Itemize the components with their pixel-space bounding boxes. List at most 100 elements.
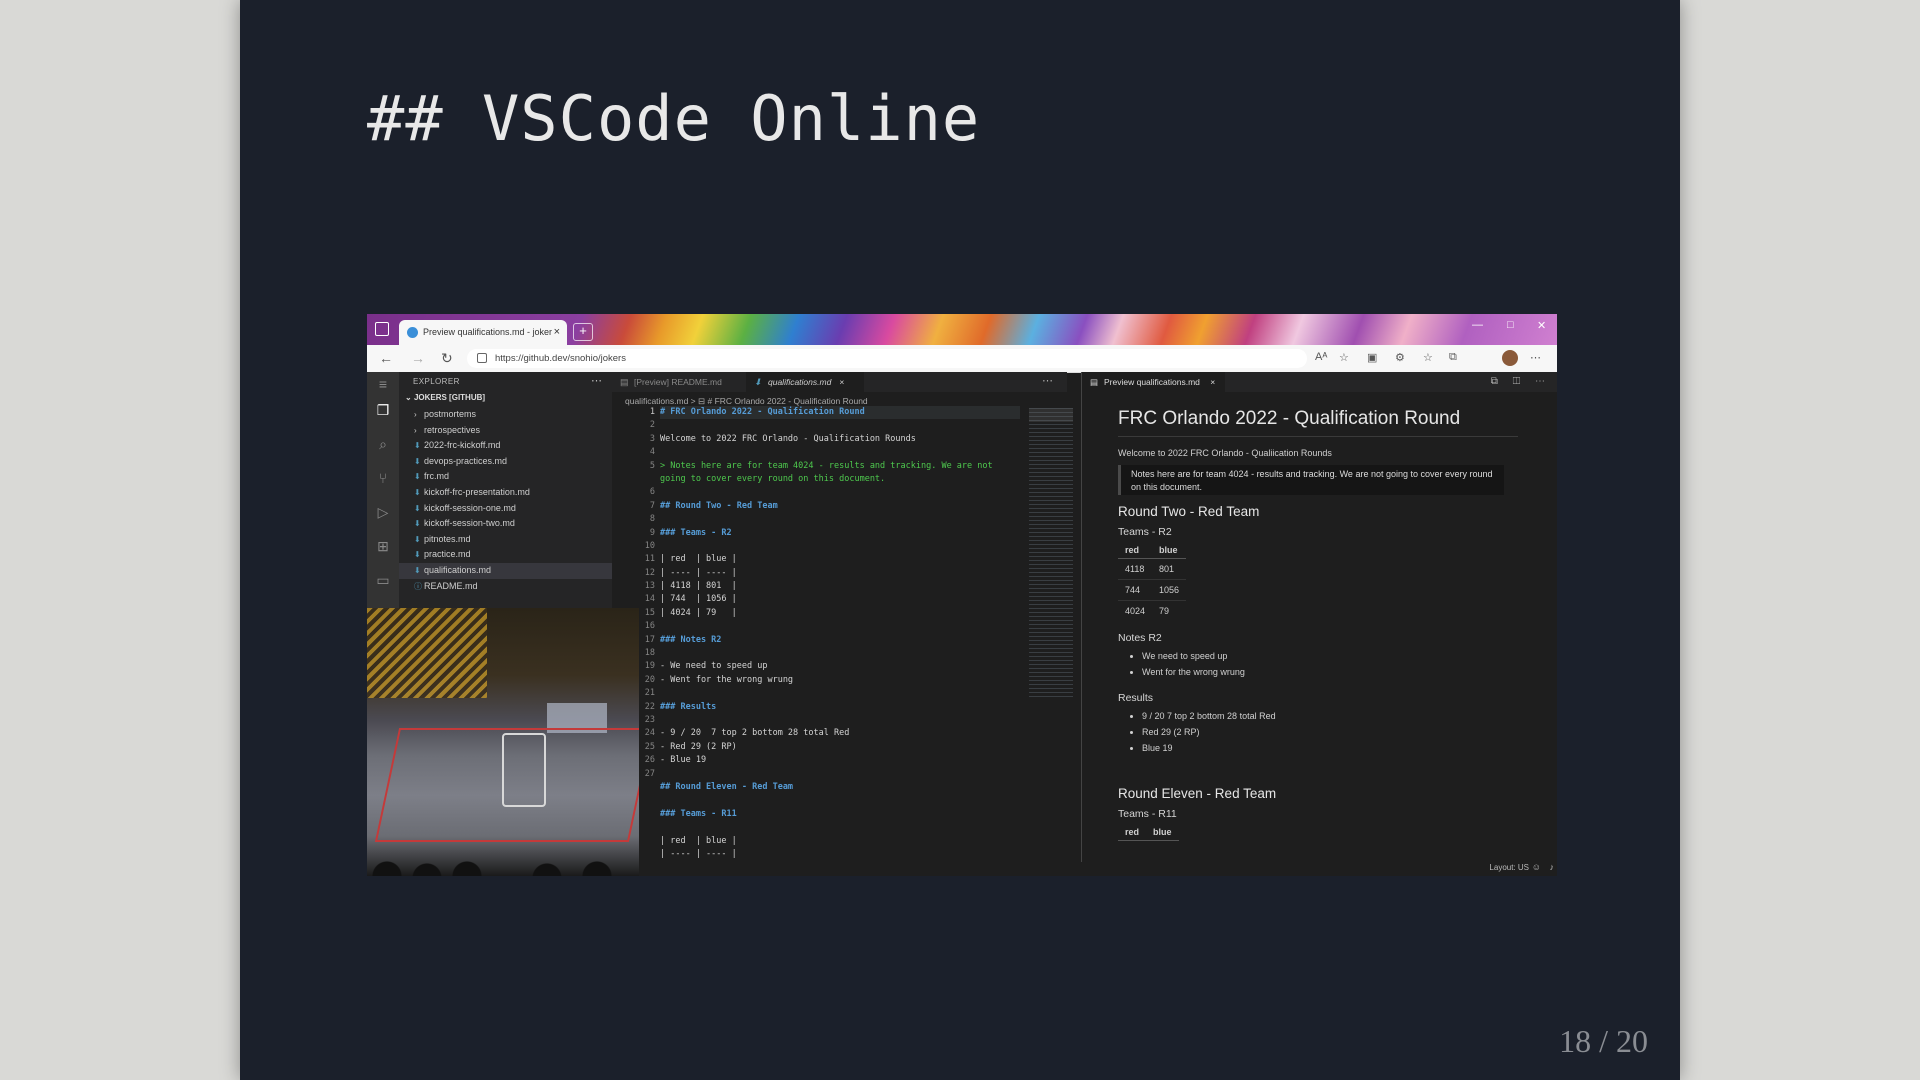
line-number <box>625 821 655 834</box>
workspace-root[interactable]: ⌄ JOKERS [GITHUB] <box>405 393 485 402</box>
extension-icon[interactable]: ▣ <box>1367 351 1377 364</box>
code-line: Welcome to 2022 FRC Orlando - Qualificat… <box>660 433 916 444</box>
extensions-icon[interactable]: ⊞ <box>375 538 391 554</box>
list-item: Blue 19 <box>1142 740 1276 756</box>
line-number <box>625 473 655 486</box>
line-number <box>625 794 655 807</box>
favorites-icon[interactable]: ☆ <box>1423 351 1433 364</box>
tab-readme-preview[interactable]: ▤ [Preview] README.md <box>612 372 746 392</box>
code-line: ## Round Two - Red Team <box>660 500 778 511</box>
collections-icon[interactable]: ⧉ <box>1449 351 1457 364</box>
tab-preview-qualifications[interactable]: ▤ Preview qualifications.md × <box>1082 372 1226 392</box>
code-line: | 4024 | 79 | <box>660 607 737 618</box>
more-icon[interactable]: ⋯ <box>1530 351 1541 364</box>
line-number <box>625 835 655 848</box>
preview-h1: FRC Orlando 2022 - Qualification Round <box>1118 408 1461 429</box>
preview-icon: ▤ <box>1090 377 1099 387</box>
code-line: going to cover every round on this docum… <box>660 473 886 484</box>
browser-tab[interactable]: Preview qualifications.md - joker × <box>399 320 567 345</box>
markdown-icon: ⬇ <box>414 550 421 560</box>
file-item[interactable]: ⓘ README.md <box>399 579 612 595</box>
browser-titlebar: Preview qualifications.md - joker × + — … <box>367 314 1557 345</box>
line-number: 19 <box>644 661 655 672</box>
code-line: > Notes here are for team 4024 - results… <box>660 460 993 471</box>
code-line: | 744 | 1056 | <box>660 594 737 605</box>
explorer-icon[interactable]: ❐ <box>375 402 391 418</box>
file-item[interactable]: ⬇ qualifications.md <box>399 562 612 579</box>
preview-r11-heading: Round Eleven - Red Team <box>1118 786 1277 801</box>
file-item[interactable]: ⬇ pitnotes.md <box>399 532 612 548</box>
file-item[interactable]: ⬇ devops-practices.md <box>399 454 612 470</box>
preview-welcome: Welcome to 2022 FRC Orlando - Qualiicati… <box>1118 448 1332 458</box>
file-label: retrospectives <box>424 424 481 435</box>
code-line: | ---- | ---- | <box>660 567 737 578</box>
tab-qualifications[interactable]: ⬇ qualifications.md × <box>746 372 864 392</box>
folder-item[interactable]: › postmortems <box>399 407 612 423</box>
keyboard-layout-status[interactable]: Layout: US <box>1489 863 1529 872</box>
file-item[interactable]: ⬇ practice.md <box>399 547 612 563</box>
favorite-add-icon[interactable]: ☆ <box>1339 351 1349 364</box>
line-number: 16 <box>644 621 655 632</box>
tab-actions-icon[interactable] <box>375 322 389 336</box>
line-number: 22 <box>644 701 655 712</box>
explorer-header: EXPLORER <box>413 377 460 386</box>
editor-more-icon[interactable]: ⋯ <box>1042 372 1053 390</box>
code-editor[interactable]: # FRC Orlando 2022 - Qualification Round… <box>660 406 1020 861</box>
code-line: | red | blue | <box>660 835 737 846</box>
address-bar[interactable]: https://github.dev/snohio/jokers <box>467 349 1307 368</box>
back-icon[interactable]: ← <box>379 350 393 366</box>
folder-item[interactable]: › retrospectives <box>399 423 612 439</box>
file-item[interactable]: ⬇ kickoff-session-two.md <box>399 516 612 532</box>
line-number: 5 <box>649 460 655 471</box>
file-item[interactable]: ⬇ 2022-frc-kickoff.md <box>399 438 612 454</box>
close-tab-icon[interactable]: × <box>1210 377 1215 387</box>
close-tab-icon[interactable]: × <box>839 377 844 387</box>
chevron-right-icon: › <box>414 425 417 435</box>
code-line: | 4118 | 801 | <box>660 581 737 592</box>
robotics-arena-photo <box>367 608 639 876</box>
lock-icon <box>477 353 487 363</box>
file-item[interactable]: ⬇ kickoff-session-one.md <box>399 501 612 517</box>
table-header: blue <box>1146 824 1179 841</box>
explorer-more-icon[interactable]: ⋯ <box>591 374 602 387</box>
forward-icon[interactable]: → <box>411 350 425 366</box>
minimap[interactable] <box>1029 408 1073 698</box>
minimize-icon[interactable]: — <box>1472 319 1483 331</box>
profile-avatar[interactable] <box>1502 350 1518 366</box>
run-debug-icon[interactable]: ▷ <box>375 504 391 520</box>
browser-toolbar: ← → ↻ https://github.dev/snohio/jokers A… <box>367 345 1557 373</box>
close-window-icon[interactable]: ✕ <box>1537 319 1546 332</box>
preview-tab-bar: ▤ Preview qualifications.md × ⧉ ◫ ⋯ <box>1082 372 1557 392</box>
remote-explorer-icon[interactable]: ▭ <box>375 572 391 588</box>
line-number: 9 <box>649 527 655 538</box>
source-control-icon[interactable]: ⑂ <box>375 470 391 486</box>
file-label: 2022-frc-kickoff.md <box>424 440 501 451</box>
settings-icon[interactable]: ⚙ <box>1395 351 1405 364</box>
new-tab-button[interactable]: + <box>573 323 593 341</box>
table-row: 4024 79 <box>1118 600 1187 621</box>
preview-r2-teams: Teams - R2 <box>1118 526 1172 538</box>
feedback-icon[interactable]: ☺ <box>1532 862 1541 872</box>
preview-notes-heading: Notes R2 <box>1118 632 1162 644</box>
file-label: practice.md <box>424 549 471 560</box>
close-tab-icon[interactable]: × <box>554 320 560 345</box>
read-aloud-icon[interactable]: Aᴬ <box>1315 351 1327 363</box>
line-number: 1 <box>649 407 655 417</box>
code-line: ### Teams - R2 <box>660 527 732 538</box>
minimap-slider[interactable] <box>1029 408 1073 422</box>
refresh-icon[interactable]: ↻ <box>441 350 453 367</box>
preview-actions-icon[interactable]: ⧉ ◫ ⋯ <box>1491 372 1551 392</box>
markdown-icon: ⬇ <box>414 487 421 497</box>
search-icon[interactable]: ⌕ <box>375 436 391 452</box>
menu-icon[interactable]: ≡ <box>375 376 391 392</box>
maximize-icon[interactable]: □ <box>1507 319 1514 331</box>
notifications-icon[interactable]: ♪ <box>1550 862 1555 872</box>
line-number: 25 <box>644 741 655 752</box>
table-row: 4118 801 <box>1118 558 1187 580</box>
file-item[interactable]: ⬇ frc.md <box>399 469 612 485</box>
file-item[interactable]: ⬇ kickoff-frc-presentation.md <box>399 485 612 501</box>
code-line: | ---- | ---- | <box>660 848 737 859</box>
